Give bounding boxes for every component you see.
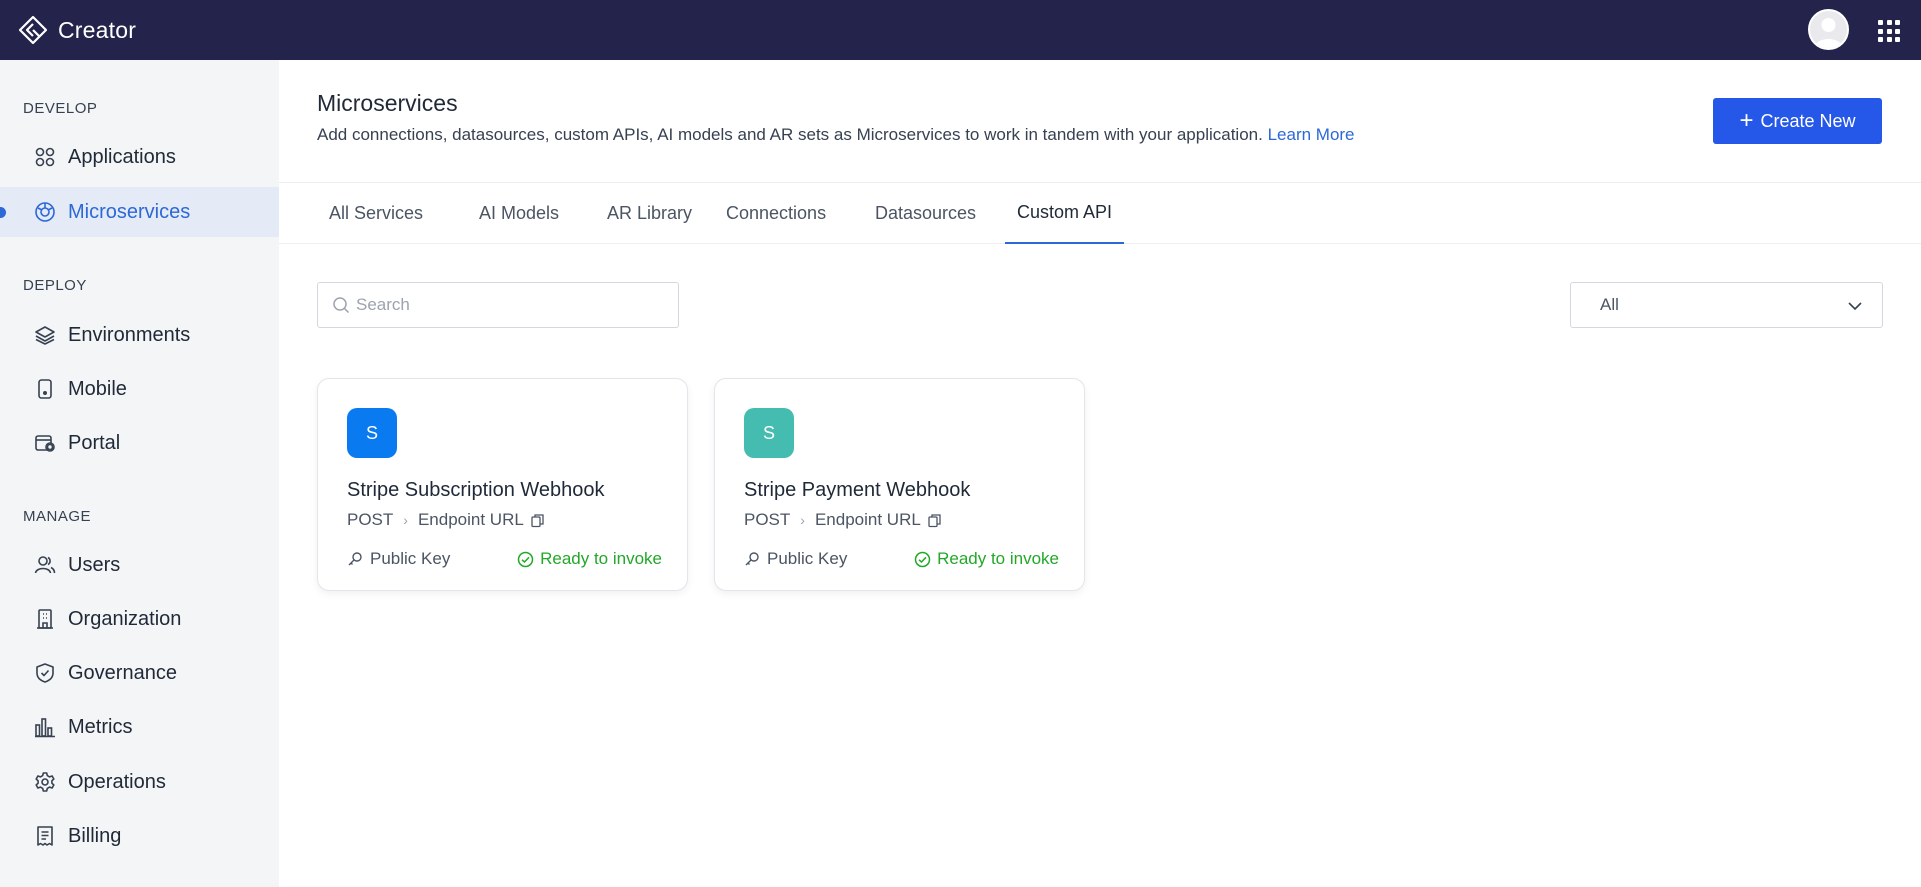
sidebar-item-users[interactable]: Users (0, 540, 279, 590)
check-circle-icon (914, 551, 931, 568)
diamond-logo-icon (17, 14, 49, 46)
sidebar-item-label: Mobile (68, 377, 127, 400)
tab-ai-models[interactable]: AI Models (467, 183, 571, 244)
sidebar-item-label: Billing (68, 824, 122, 847)
sidebar-item-microservices[interactable]: Microservices (0, 187, 279, 237)
sidebar-item-label: Governance (68, 661, 177, 684)
tabs-bar: All Services AI Models AR Library Connec… (279, 182, 1921, 244)
search-input[interactable] (356, 295, 656, 315)
chevron-right-icon: › (403, 512, 408, 528)
grid-icon (33, 145, 57, 169)
sidebar-item-label: Applications (68, 145, 176, 168)
sidebar-item-label: Users (68, 553, 121, 576)
create-new-label: Create New (1760, 110, 1856, 131)
mobile-icon (33, 377, 57, 401)
filter-selected-value: All (1600, 295, 1619, 314)
create-new-button[interactable]: + Create New (1713, 98, 1882, 144)
portal-icon (33, 431, 57, 455)
tab-connections[interactable]: Connections (714, 183, 838, 244)
auth-type: Public Key (347, 549, 450, 569)
search-box[interactable] (317, 282, 679, 328)
service-avatar: S (347, 408, 397, 458)
status-badge: Ready to invoke (517, 549, 662, 569)
status-badge: Ready to invoke (914, 549, 1059, 569)
auth-label: Public Key (767, 549, 848, 568)
sidebar-item-label: Portal (68, 431, 121, 454)
sidebar-item-metrics[interactable]: Metrics (0, 702, 279, 752)
sidebar-item-environments[interactable]: Environments (0, 310, 279, 360)
top-bar: Creator (0, 0, 1921, 60)
learn-more-link[interactable]: Learn More (1268, 125, 1355, 144)
section-title-deploy: DEPLOY (23, 277, 87, 294)
app-name: Creator (58, 16, 137, 43)
service-title: Stripe Payment Webhook (744, 479, 971, 501)
main-content: Microservices Add connections, datasourc… (279, 60, 1921, 887)
service-card[interactable]: S Stripe Subscription Webhook POST › End… (317, 378, 688, 591)
plus-icon: + (1739, 107, 1754, 134)
search-icon (332, 296, 350, 314)
endpoint-label: Endpoint URL (814, 510, 921, 529)
service-avatar: S (744, 408, 794, 458)
key-icon (347, 551, 363, 567)
endpoint-label: Endpoint URL (417, 510, 524, 529)
copy-icon[interactable] (530, 513, 545, 528)
copy-icon[interactable] (927, 513, 942, 528)
sidebar-item-label: Organization (68, 607, 182, 630)
shield-check-icon (33, 661, 57, 685)
active-indicator (0, 207, 6, 218)
sidebar-item-portal[interactable]: Portal (0, 418, 279, 468)
sidebar-item-operations[interactable]: Operations (0, 757, 279, 807)
sidebar-item-billing[interactable]: Billing (0, 811, 279, 861)
section-title-develop: DEVELOP (23, 100, 98, 117)
chevron-down-icon (1846, 297, 1864, 315)
sidebar-item-applications[interactable]: Applications (0, 132, 279, 182)
sidebar-item-label: Microservices (68, 200, 191, 223)
http-method: POST (347, 510, 394, 529)
receipt-icon (33, 824, 57, 848)
tab-datasources[interactable]: Datasources (863, 183, 988, 244)
status-label: Ready to invoke (937, 549, 1059, 568)
apps-grid-icon[interactable] (1878, 20, 1900, 42)
auth-type: Public Key (744, 549, 847, 569)
sidebar-item-mobile[interactable]: Mobile (0, 364, 279, 414)
building-icon (33, 607, 57, 631)
key-icon (744, 551, 760, 567)
tab-ar-library[interactable]: AR Library (595, 183, 704, 244)
brand[interactable]: Creator (17, 14, 136, 46)
service-card[interactable]: S Stripe Payment Webhook POST › Endpoint… (714, 378, 1085, 591)
endpoint-row: POST › Endpoint URL (347, 510, 545, 530)
tab-all-services[interactable]: All Services (317, 183, 435, 244)
check-circle-icon (517, 551, 534, 568)
auth-label: Public Key (370, 549, 451, 568)
users-icon (33, 553, 57, 577)
user-avatar[interactable] (1808, 9, 1849, 50)
sidebar-item-organization[interactable]: Organization (0, 594, 279, 644)
layers-icon (33, 323, 57, 347)
page-description: Add connections, datasources, custom API… (317, 125, 1355, 145)
endpoint-row: POST › Endpoint URL (744, 510, 942, 530)
sidebar-item-label: Operations (68, 770, 166, 793)
filter-select[interactable]: All (1570, 282, 1883, 328)
status-label: Ready to invoke (540, 549, 662, 568)
gear-icon (33, 770, 57, 794)
microservice-icon (33, 200, 57, 224)
service-title: Stripe Subscription Webhook (347, 479, 605, 501)
http-method: POST (744, 510, 791, 529)
tab-custom-api[interactable]: Custom API (1005, 183, 1125, 244)
section-title-manage: MANAGE (23, 508, 92, 525)
chevron-right-icon: › (800, 512, 805, 528)
bar-chart-icon (33, 715, 57, 739)
description-text: Add connections, datasources, custom API… (317, 125, 1263, 144)
sidebar-item-label: Environments (68, 323, 191, 346)
page-title: Microservices (317, 90, 458, 116)
sidebar-item-label: Metrics (68, 715, 133, 738)
sidebar: DEVELOP Applications Microservices DEPLO… (0, 60, 279, 887)
sidebar-item-governance[interactable]: Governance (0, 648, 279, 698)
